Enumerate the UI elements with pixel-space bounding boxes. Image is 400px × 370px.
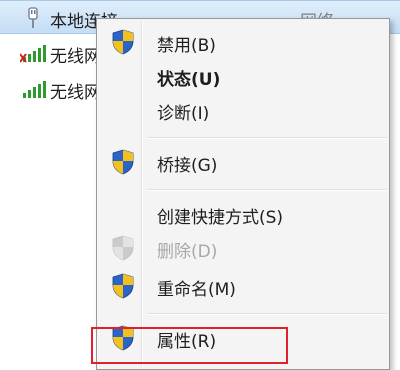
menu-item-label: 删除(D) <box>157 242 218 262</box>
menu-item-create-shortcut[interactable]: 创建快捷方式(S) <box>99 197 387 231</box>
menu-item-label: 诊断(I) <box>157 104 210 124</box>
menu-separator <box>147 137 387 139</box>
menu-item-label: 桥接(G) <box>157 156 218 176</box>
menu-item-label: 状态(U) <box>157 70 221 90</box>
menu-item-rename[interactable]: 重命名(M) <box>99 269 387 303</box>
menu-item-diagnose[interactable]: 诊断(I) <box>99 93 387 127</box>
network-plug-icon <box>28 7 38 28</box>
menu-separator <box>147 313 387 315</box>
wireless-signal-icon <box>23 81 46 98</box>
menu-item-disable[interactable]: 禁用(B) <box>99 25 387 59</box>
context-menu: 禁用(B) 状态(U) 诊断(I) 桥接(G) 创建快捷方式(S) 删除(D) <box>96 18 390 370</box>
menu-item-label: 重命名(M) <box>157 280 236 300</box>
uac-shield-icon <box>112 273 134 299</box>
wireless-signal-disconnected-icon <box>20 45 46 63</box>
highlight-box <box>91 327 288 364</box>
menu-item-label: 禁用(B) <box>157 36 216 56</box>
menu-item-label: 创建快捷方式(S) <box>157 208 284 228</box>
menu-item-delete: 删除(D) <box>99 231 387 265</box>
menu-item-bridge[interactable]: 桥接(G) <box>99 145 387 179</box>
menu-separator <box>147 189 387 191</box>
uac-shield-icon <box>112 235 134 261</box>
menu-item-status[interactable]: 状态(U) <box>99 59 387 93</box>
uac-shield-icon <box>112 29 134 55</box>
uac-shield-icon <box>112 149 134 175</box>
